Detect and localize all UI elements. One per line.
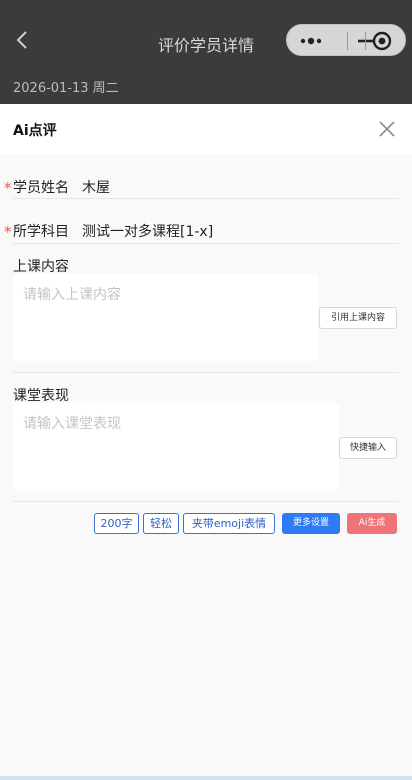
capsule-divider [347,32,348,50]
sheet-title: Ai点评 [13,123,57,139]
bottom-edge [0,776,412,780]
student-name-label: 学员姓名 [13,180,69,196]
divider [13,501,399,502]
quote-lesson-content-button[interactable]: 引用上课内容 [319,307,397,329]
subject-label: 所学科目 [13,224,69,240]
class-performance-label: 课堂表现 [13,388,69,404]
target-icon[interactable] [371,30,393,52]
ai-generate-button[interactable]: Ai生成 [347,513,397,534]
ai-review-sheet: Ai点评 * 学员姓名 木屋 * 所学科目 测试一对多课程[1-x] 上课内容 … [0,104,412,780]
student-name-value: 木屋 [82,180,110,196]
quick-input-button[interactable]: 快捷输入 [339,437,397,459]
more-settings-button[interactable]: 更多设置 [282,513,340,534]
student-name-row: * 学员姓名 木屋 [0,165,412,209]
background-page: 评价学员详情 2026-01-13 周二 [0,0,412,104]
more-dots-icon[interactable] [297,33,333,49]
class-performance-input[interactable] [13,403,339,491]
mini-program-capsule [286,24,406,56]
emoji-option-tag[interactable]: 夹带emoji表情 [183,513,275,534]
close-icon[interactable] [376,118,398,140]
date-label: 2026-01-13 周二 [13,81,119,96]
subject-value: 测试一对多课程[1-x] [82,224,214,240]
lesson-content-label: 上课内容 [13,259,69,275]
divider [13,198,399,199]
required-mark: * [4,179,12,197]
nav-bar: 评价学员详情 [0,0,412,80]
required-mark: * [4,223,12,241]
sheet-header: Ai点评 [0,104,412,154]
divider [13,243,399,244]
subject-row: * 所学科目 测试一对多课程[1-x] [0,209,412,253]
tone-option-tag[interactable]: 轻松 [143,513,179,534]
capsule-divider [365,32,366,50]
length-option-tag[interactable]: 200字 [94,513,139,534]
divider [13,372,399,373]
lesson-content-input[interactable] [13,274,318,361]
